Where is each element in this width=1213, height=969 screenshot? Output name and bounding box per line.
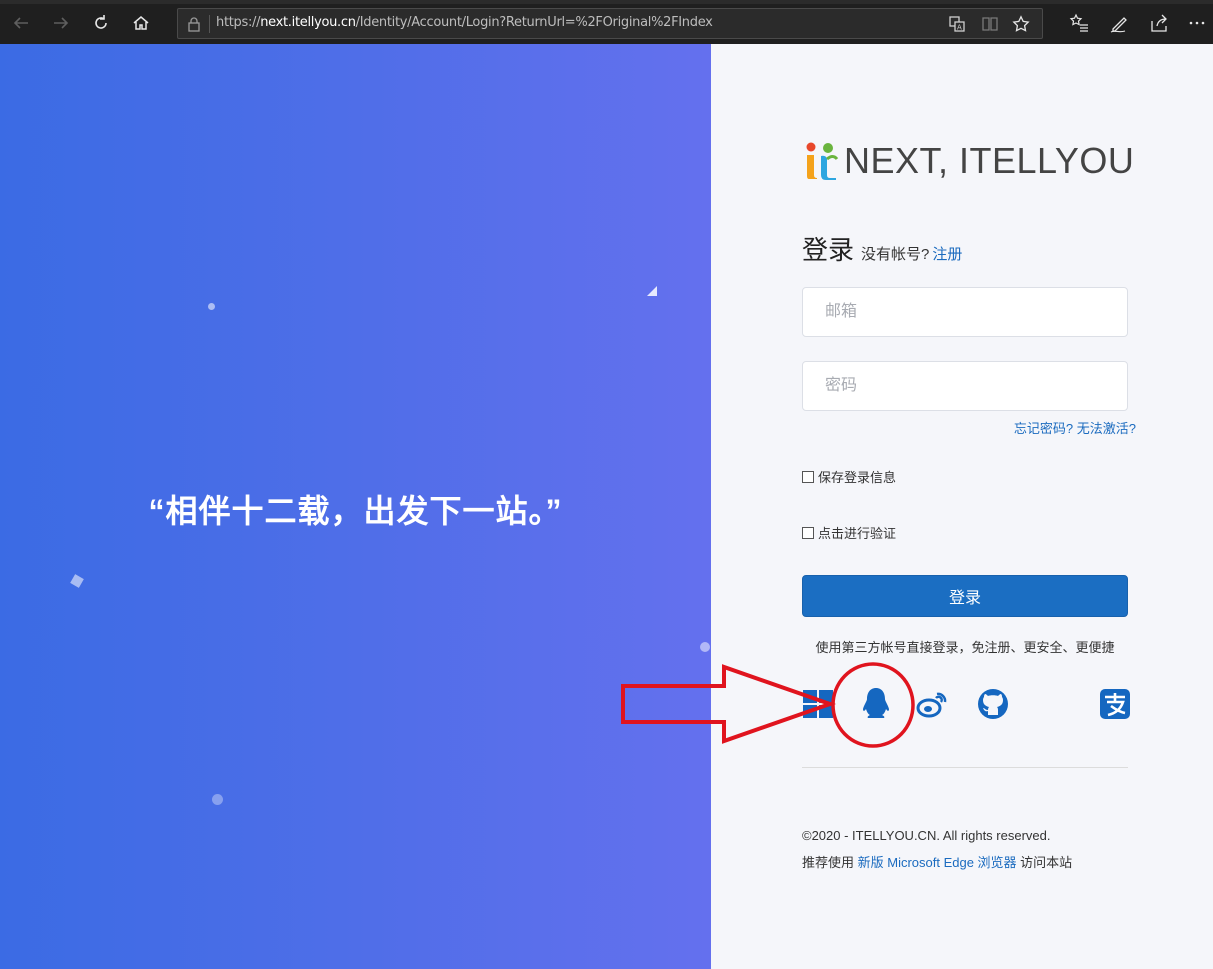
account-help-links: 忘记密码? 无法激活? <box>1014 418 1136 437</box>
copyright-text: ©2020 - ITELLYOU.CN. All rights reserved… <box>802 828 1051 843</box>
address-separator <box>209 15 210 33</box>
register-link[interactable]: 注册 <box>932 243 962 264</box>
back-icon[interactable] <box>10 12 32 34</box>
pen-notes-icon[interactable] <box>1109 13 1129 33</box>
decor-square <box>70 574 84 588</box>
cannot-activate-link[interactable]: 无法激活? <box>1077 421 1136 436</box>
verify-checkbox[interactable]: 点击进行验证 <box>802 523 896 542</box>
login-button[interactable]: 登录 <box>802 575 1128 617</box>
github-icon[interactable] <box>977 688 1009 720</box>
password-field[interactable] <box>802 361 1128 411</box>
recommend-prefix: 推荐使用 <box>802 855 858 870</box>
lock-icon <box>188 17 200 32</box>
tab-strip-edge <box>0 0 1213 4</box>
hero-quote: “相伴十二载，出发下一站。” <box>148 493 563 529</box>
url-prefix: https:// <box>216 15 261 30</box>
itellyou-logo <box>806 142 839 180</box>
reading-view-icon[interactable] <box>981 15 999 33</box>
checkbox-square[interactable] <box>802 470 814 483</box>
decor-dot <box>212 794 223 805</box>
hero-panel: “相伴十二载，出发下一站。” <box>0 44 711 969</box>
recommend-suffix: 访问本站 <box>1016 855 1073 870</box>
url-text[interactable]: https://next.itellyou.cn/Identity/Accoun… <box>216 15 713 30</box>
favorites-list-icon[interactable] <box>1069 13 1089 33</box>
decor-dot <box>700 642 710 652</box>
login-title: 登录 <box>802 235 855 265</box>
home-icon[interactable] <box>130 12 152 34</box>
brand-name: NEXT, ITELLYOU <box>844 140 1135 181</box>
footer-divider <box>802 767 1128 768</box>
edge-browser-link[interactable]: 新版 Microsoft Edge 浏览器 <box>858 855 1017 870</box>
login-heading: 登录 没有帐号? 注册 <box>802 230 962 267</box>
url-host: next.itellyou.cn <box>260 15 356 30</box>
no-account-text: 没有帐号? <box>861 246 930 263</box>
email-field[interactable] <box>802 287 1128 337</box>
browser-toolbar: https://next.itellyou.cn/Identity/Accoun… <box>0 0 1213 44</box>
address-bar[interactable]: https://next.itellyou.cn/Identity/Accoun… <box>177 8 1043 39</box>
browser-recommendation: 推荐使用 新版 Microsoft Edge 浏览器 访问本站 <box>802 852 1072 871</box>
checkbox-square[interactable] <box>802 526 814 539</box>
alipay-icon[interactable] <box>1099 688 1131 720</box>
favorite-star-icon[interactable] <box>1012 15 1030 33</box>
windows-icon[interactable] <box>802 688 834 720</box>
weibo-icon[interactable] <box>916 688 948 720</box>
decor-triangle <box>647 286 657 296</box>
brand-header[interactable]: NEXT, ITELLYOU <box>804 140 1134 182</box>
remember-login-checkbox[interactable]: 保存登录信息 <box>802 467 896 486</box>
svg-text:A: A <box>957 24 962 32</box>
third-party-login-text: 使用第三方帐号直接登录，免注册、更安全、更便捷 <box>815 640 1115 655</box>
url-path: /Identity/Account/Login?ReturnUrl=%2FOri… <box>355 15 713 30</box>
forgot-password-link[interactable]: 忘记密码? <box>1014 421 1073 436</box>
qq-icon[interactable] <box>861 686 891 722</box>
more-options-icon[interactable] <box>1187 13 1207 33</box>
refresh-icon[interactable] <box>90 12 112 34</box>
forward-icon[interactable] <box>50 12 72 34</box>
translate-icon[interactable]: A <box>948 15 966 33</box>
verify-label: 点击进行验证 <box>818 526 897 541</box>
login-panel: NEXT, ITELLYOU 登录 没有帐号? 注册 忘记密码? 无法激活? 保… <box>711 44 1213 969</box>
decor-dot <box>208 303 215 310</box>
remember-login-label: 保存登录信息 <box>818 470 897 485</box>
share-icon[interactable] <box>1149 13 1169 33</box>
